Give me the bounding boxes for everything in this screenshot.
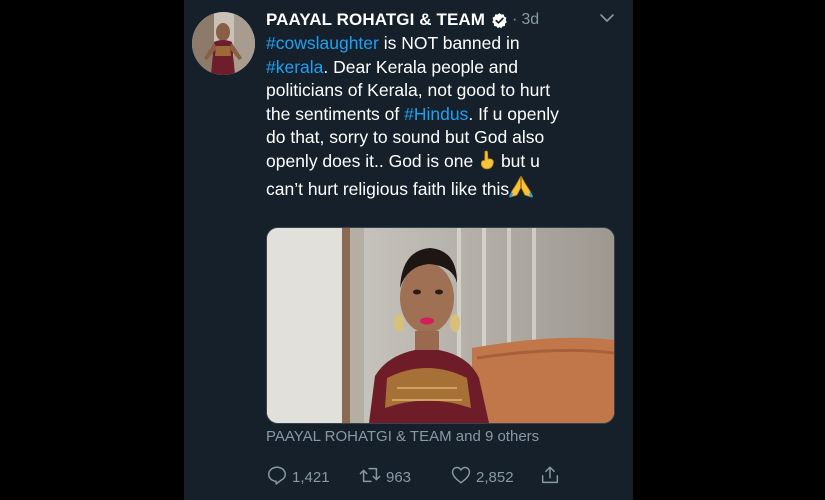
tweet-header: PAAYAL ROHATGI & TEAM · 3d [266, 8, 621, 32]
tweet-text-segment: politicians of Kerala, not good to hurt [266, 80, 551, 100]
avatar[interactable] [192, 12, 255, 75]
tweet-photo[interactable] [266, 227, 615, 424]
pray-emoji-icon [509, 175, 534, 205]
retweet-button[interactable]: 963 [358, 464, 411, 490]
hashtag-link[interactable]: #cowslaughter [266, 33, 379, 53]
tweet-text-segment: . Dear Kerala people and [323, 56, 518, 77]
heart-icon [450, 464, 476, 490]
hashtag-link[interactable]: #kerala [266, 57, 323, 77]
timestamp[interactable]: 3d [521, 11, 539, 29]
retweet-icon [358, 464, 386, 490]
reply-button[interactable]: 1,421 [266, 464, 330, 490]
reply-icon [266, 464, 292, 490]
tweet-text-line: the sentiments of #Hindus. If u openly [266, 103, 616, 127]
tweet-actions: 1,421 963 2,852 [266, 464, 626, 490]
share-button[interactable] [539, 464, 565, 490]
tweet-text-segment: the sentiments of [266, 103, 405, 124]
chevron-down-icon[interactable] [599, 10, 615, 26]
tweet-text-segment: do that, sorry to sound but God also [266, 127, 545, 147]
like-button[interactable]: 2,852 [450, 464, 514, 490]
tweet-text-line: #cowslaughter is NOT banned in [266, 32, 616, 56]
tweet-text-segment: is NOT banned in [378, 33, 520, 53]
tweet-text-segment: can’t hurt religious faith like this [266, 179, 510, 199]
tweet-text-segment: . If u openly [468, 103, 559, 124]
reply-count: 1,421 [292, 468, 330, 486]
author-name[interactable]: PAAYAL ROHATGI & TEAM [266, 10, 485, 30]
tweet-card[interactable]: PAAYAL ROHATGI & TEAM · 3d #cowslaughter… [184, 0, 633, 500]
tweet-text-line: do that, sorry to sound but God also [266, 126, 616, 150]
tweet-text-line: #kerala. Dear Kerala people and [266, 56, 616, 80]
tweet-text: #cowslaughter is NOT banned in #kerala. D… [266, 32, 616, 205]
share-icon [539, 464, 565, 490]
tagged-people[interactable]: PAAYAL ROHATGI & TEAM and 9 others [266, 428, 539, 445]
separator-dot: · [512, 11, 518, 28]
tweet-text-segment: openly does it.. God is one [266, 150, 479, 171]
tweet-text-line: openly does it.. God is one but u [266, 150, 616, 177]
retweet-count: 963 [386, 468, 412, 486]
tweet-text-line: politicians of Kerala, not good to hurt [266, 79, 616, 103]
verified-badge-icon [491, 12, 508, 29]
hashtag-link[interactable]: #Hindus [404, 104, 468, 124]
like-count: 2,852 [476, 468, 514, 486]
tweet-text-segment: but u [496, 150, 540, 171]
point-up-emoji-icon [478, 150, 496, 177]
tweet-text-line: can’t hurt religious faith like this [266, 175, 616, 205]
